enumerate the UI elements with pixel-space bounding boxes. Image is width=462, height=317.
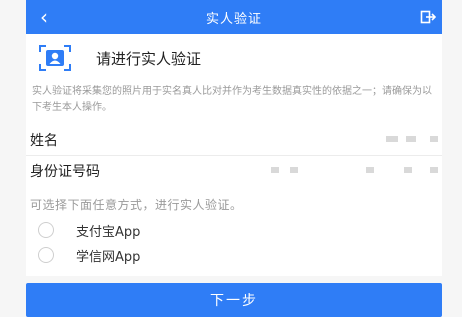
option-chsi[interactable]: 学信网App bbox=[38, 246, 141, 265]
next-button[interactable]: 下一步 bbox=[26, 283, 442, 317]
id-value-masked bbox=[290, 167, 298, 173]
method-prompt: 可选择下面任意方式，进行实人验证。 bbox=[30, 198, 243, 212]
logout-icon[interactable] bbox=[420, 9, 436, 25]
verification-method-section: 可选择下面任意方式，进行实人验证。 支付宝App 学信网App bbox=[26, 186, 442, 276]
name-value-masked bbox=[406, 136, 416, 142]
radio-button[interactable] bbox=[38, 247, 54, 263]
radio-button[interactable] bbox=[38, 222, 54, 238]
id-number-field: 身份证号码 bbox=[26, 155, 442, 186]
id-value-masked bbox=[430, 167, 438, 173]
id-value-masked bbox=[271, 167, 279, 173]
identity-fields: 姓名 身份证号码 bbox=[26, 124, 442, 186]
header-bar: ‹ 实人验证 bbox=[26, 0, 442, 34]
name-value-masked bbox=[386, 136, 398, 142]
intro-heading: 请进行实人验证 bbox=[96, 50, 202, 68]
option-alipay[interactable]: 支付宝App bbox=[38, 221, 141, 240]
option-label: 支付宝App bbox=[76, 224, 141, 240]
id-value-masked bbox=[366, 167, 374, 173]
page-title: 实人验证 bbox=[205, 11, 262, 27]
page: ‹ 实人验证 请进行实人验证 实人验证将采集您的照片用于实名真人比对并作为考生数… bbox=[0, 0, 462, 317]
id-number-label: 身份证号码 bbox=[30, 164, 100, 180]
id-value-masked bbox=[404, 167, 412, 173]
option-label: 学信网App bbox=[76, 249, 141, 265]
intro-description: 实人验证将采集您的照片用于实名真人比对并作为考生数据真实性的依据之一；请确保为以… bbox=[32, 86, 432, 113]
id-card-icon bbox=[39, 45, 71, 71]
intro-card: 请进行实人验证 实人验证将采集您的照片用于实名真人比对并作为考生数据真实性的依据… bbox=[26, 34, 442, 124]
name-value-masked bbox=[430, 136, 438, 142]
name-label: 姓名 bbox=[30, 133, 58, 149]
name-field: 姓名 bbox=[26, 124, 442, 156]
chevron-left-icon[interactable]: ‹ bbox=[34, 7, 54, 27]
